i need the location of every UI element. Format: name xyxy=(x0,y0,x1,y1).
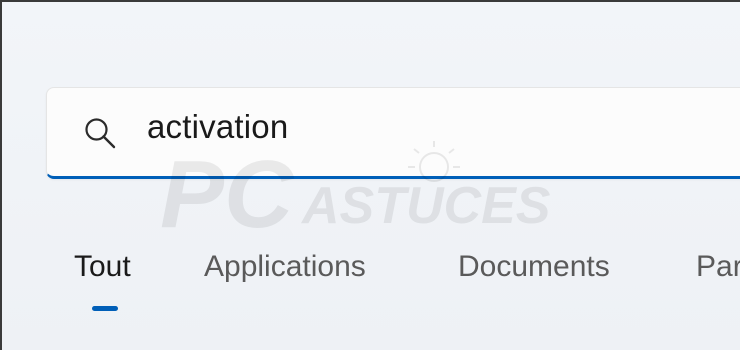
tab-documents[interactable]: Documents xyxy=(458,250,610,284)
svg-text:ASTUCES: ASTUCES xyxy=(300,177,551,235)
search-panel: activation PC ASTUCES Tout Applications … xyxy=(0,0,740,350)
active-tab-indicator xyxy=(92,306,118,311)
tab-parametres[interactable]: Par xyxy=(696,250,740,284)
search-icon xyxy=(85,118,116,149)
search-input[interactable]: activation xyxy=(46,87,740,179)
search-query-text[interactable]: activation xyxy=(147,108,288,146)
tab-applications[interactable]: Applications xyxy=(204,250,366,284)
tab-tout[interactable]: Tout xyxy=(74,250,131,284)
